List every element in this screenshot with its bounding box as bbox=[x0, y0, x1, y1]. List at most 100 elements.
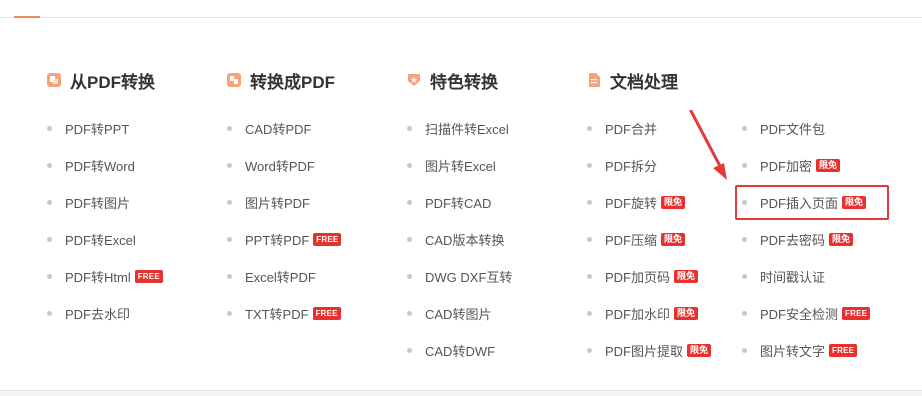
free-badge: FREE bbox=[829, 343, 858, 357]
highlight-box bbox=[735, 185, 889, 220]
bullet-dot bbox=[587, 199, 592, 205]
list-item[interactable]: PDF转图片 bbox=[47, 192, 130, 212]
bullet-dot bbox=[587, 236, 592, 242]
item-label: PDF转Excel bbox=[65, 232, 136, 248]
item-label: 图片转文字 bbox=[760, 343, 826, 359]
bullet-dot bbox=[227, 199, 232, 205]
bullet-dot bbox=[742, 347, 747, 353]
item-label: PDF文件包 bbox=[760, 121, 826, 137]
list-item[interactable]: PDF拆分 bbox=[587, 155, 657, 175]
item-label: CAD转PDF bbox=[245, 121, 312, 137]
item-label: CAD版本转换 bbox=[425, 232, 505, 248]
item-label: PDF转Html bbox=[65, 269, 131, 285]
bullet-dot bbox=[407, 162, 412, 168]
list-item[interactable]: PDF转Html FREE bbox=[47, 266, 163, 286]
list-item[interactable]: PDF加水印 限免 bbox=[587, 303, 699, 323]
item-label: Excel转PDF bbox=[245, 269, 316, 285]
pdf-convert-icon bbox=[47, 73, 61, 87]
item-label: PDF加页码 bbox=[605, 269, 671, 285]
list-item[interactable]: 扫描件转Excel bbox=[407, 118, 509, 138]
active-tab-indicator bbox=[14, 16, 40, 18]
list-item[interactable]: 时间戳认证 bbox=[742, 266, 825, 286]
list-item[interactable]: PDF转CAD bbox=[407, 192, 491, 212]
limited-free-badge: 限免 bbox=[816, 158, 841, 172]
column-title: 从PDF转换 bbox=[70, 72, 155, 92]
bullet-dot bbox=[227, 162, 232, 168]
list-item[interactable]: DWG DXF互转 bbox=[407, 266, 512, 286]
bullet-dot bbox=[407, 273, 412, 279]
bullet-dot bbox=[47, 310, 52, 316]
item-label: PDF去水印 bbox=[65, 306, 131, 322]
item-label: Word转PDF bbox=[245, 158, 315, 174]
list-item[interactable]: PDF转PPT bbox=[47, 118, 129, 138]
limited-free-badge: 限免 bbox=[661, 195, 686, 209]
bullet-dot bbox=[742, 162, 747, 168]
list-item[interactable]: 图片转文字 FREE bbox=[742, 340, 858, 360]
bullet-dot bbox=[587, 310, 592, 316]
bullet-dot bbox=[742, 125, 747, 131]
bullet-dot bbox=[407, 347, 412, 353]
list-item[interactable]: 图片转Excel bbox=[407, 155, 496, 175]
bullet-dot bbox=[742, 236, 747, 242]
limited-free-badge: 限免 bbox=[687, 343, 712, 357]
list-item[interactable]: PDF去水印 bbox=[47, 303, 130, 323]
list-item[interactable]: PDF压缩 限免 bbox=[587, 229, 686, 249]
list-item[interactable]: PDF去密码 限免 bbox=[742, 229, 854, 249]
item-label: PDF去密码 bbox=[760, 232, 826, 248]
free-badge: FREE bbox=[313, 232, 342, 246]
list-item[interactable]: Excel转PDF bbox=[227, 266, 316, 286]
bullet-dot bbox=[227, 125, 232, 131]
list-item[interactable]: PDF文件包 bbox=[742, 118, 825, 138]
limited-free-badge: 限免 bbox=[661, 232, 686, 246]
item-label: PDF合并 bbox=[605, 121, 658, 137]
list-item[interactable]: PPT转PDF FREE bbox=[227, 229, 342, 249]
bullet-dot bbox=[742, 310, 747, 316]
item-label: PDF转Word bbox=[65, 158, 135, 174]
bullet-dot bbox=[407, 310, 412, 316]
bullet-dot bbox=[587, 162, 592, 168]
free-badge: FREE bbox=[312, 306, 341, 320]
list-item[interactable]: TXT转PDF FREE bbox=[227, 303, 341, 323]
column-special: 特色转换 bbox=[407, 66, 498, 94]
column-title: 特色转换 bbox=[430, 72, 498, 92]
list-item[interactable]: PDF旋转 限免 bbox=[587, 192, 686, 212]
list-item[interactable]: CAD转图片 bbox=[407, 303, 491, 323]
item-label: 时间戳认证 bbox=[760, 269, 826, 285]
bullet-dot bbox=[227, 273, 232, 279]
list-item[interactable]: Word转PDF bbox=[227, 155, 315, 175]
list-item[interactable]: 图片转PDF bbox=[227, 192, 310, 212]
list-item[interactable]: CAD转PDF bbox=[227, 118, 311, 138]
bullet-dot bbox=[47, 236, 52, 242]
item-label: 扫描件转Excel bbox=[425, 121, 509, 137]
list-item[interactable]: PDF加密 限免 bbox=[742, 155, 841, 175]
list-item[interactable]: PDF转Word bbox=[47, 155, 135, 175]
bullet-dot bbox=[407, 125, 412, 131]
item-label: PDF图片提取 bbox=[605, 343, 684, 359]
list-item[interactable]: CAD版本转换 bbox=[407, 229, 504, 249]
item-label: PDF压缩 bbox=[605, 232, 658, 248]
bullet-dot bbox=[587, 273, 592, 279]
list-item[interactable]: PDF图片提取 限免 bbox=[587, 340, 712, 360]
item-label: PDF转PPT bbox=[65, 121, 130, 137]
list-item[interactable]: PDF加页码 限免 bbox=[587, 266, 699, 286]
bullet-dot bbox=[227, 236, 232, 242]
list-item[interactable]: PDF转Excel bbox=[47, 229, 136, 249]
star-shield-icon bbox=[407, 73, 421, 87]
column-header: 特色转换 bbox=[407, 66, 498, 94]
item-label: PDF转图片 bbox=[65, 195, 131, 211]
item-label: PDF安全检测 bbox=[760, 306, 839, 322]
list-item[interactable]: PDF安全检测 FREE bbox=[742, 303, 871, 323]
list-item[interactable]: PDF合并 bbox=[587, 118, 657, 138]
column-to-pdf: 转换成PDF bbox=[227, 66, 335, 94]
column-header: 转换成PDF bbox=[227, 66, 335, 94]
bullet-dot bbox=[587, 125, 592, 131]
limited-free-badge: 限免 bbox=[829, 232, 854, 246]
item-label: PPT转PDF bbox=[245, 232, 310, 248]
list-item[interactable]: CAD转DWF bbox=[407, 340, 495, 360]
bullet-dot bbox=[47, 199, 52, 205]
free-badge: FREE bbox=[134, 269, 163, 283]
item-label: PDF拆分 bbox=[605, 158, 658, 174]
column-title: 转换成PDF bbox=[250, 72, 335, 92]
bullet-dot bbox=[407, 236, 412, 242]
item-label: PDF旋转 bbox=[605, 195, 658, 211]
